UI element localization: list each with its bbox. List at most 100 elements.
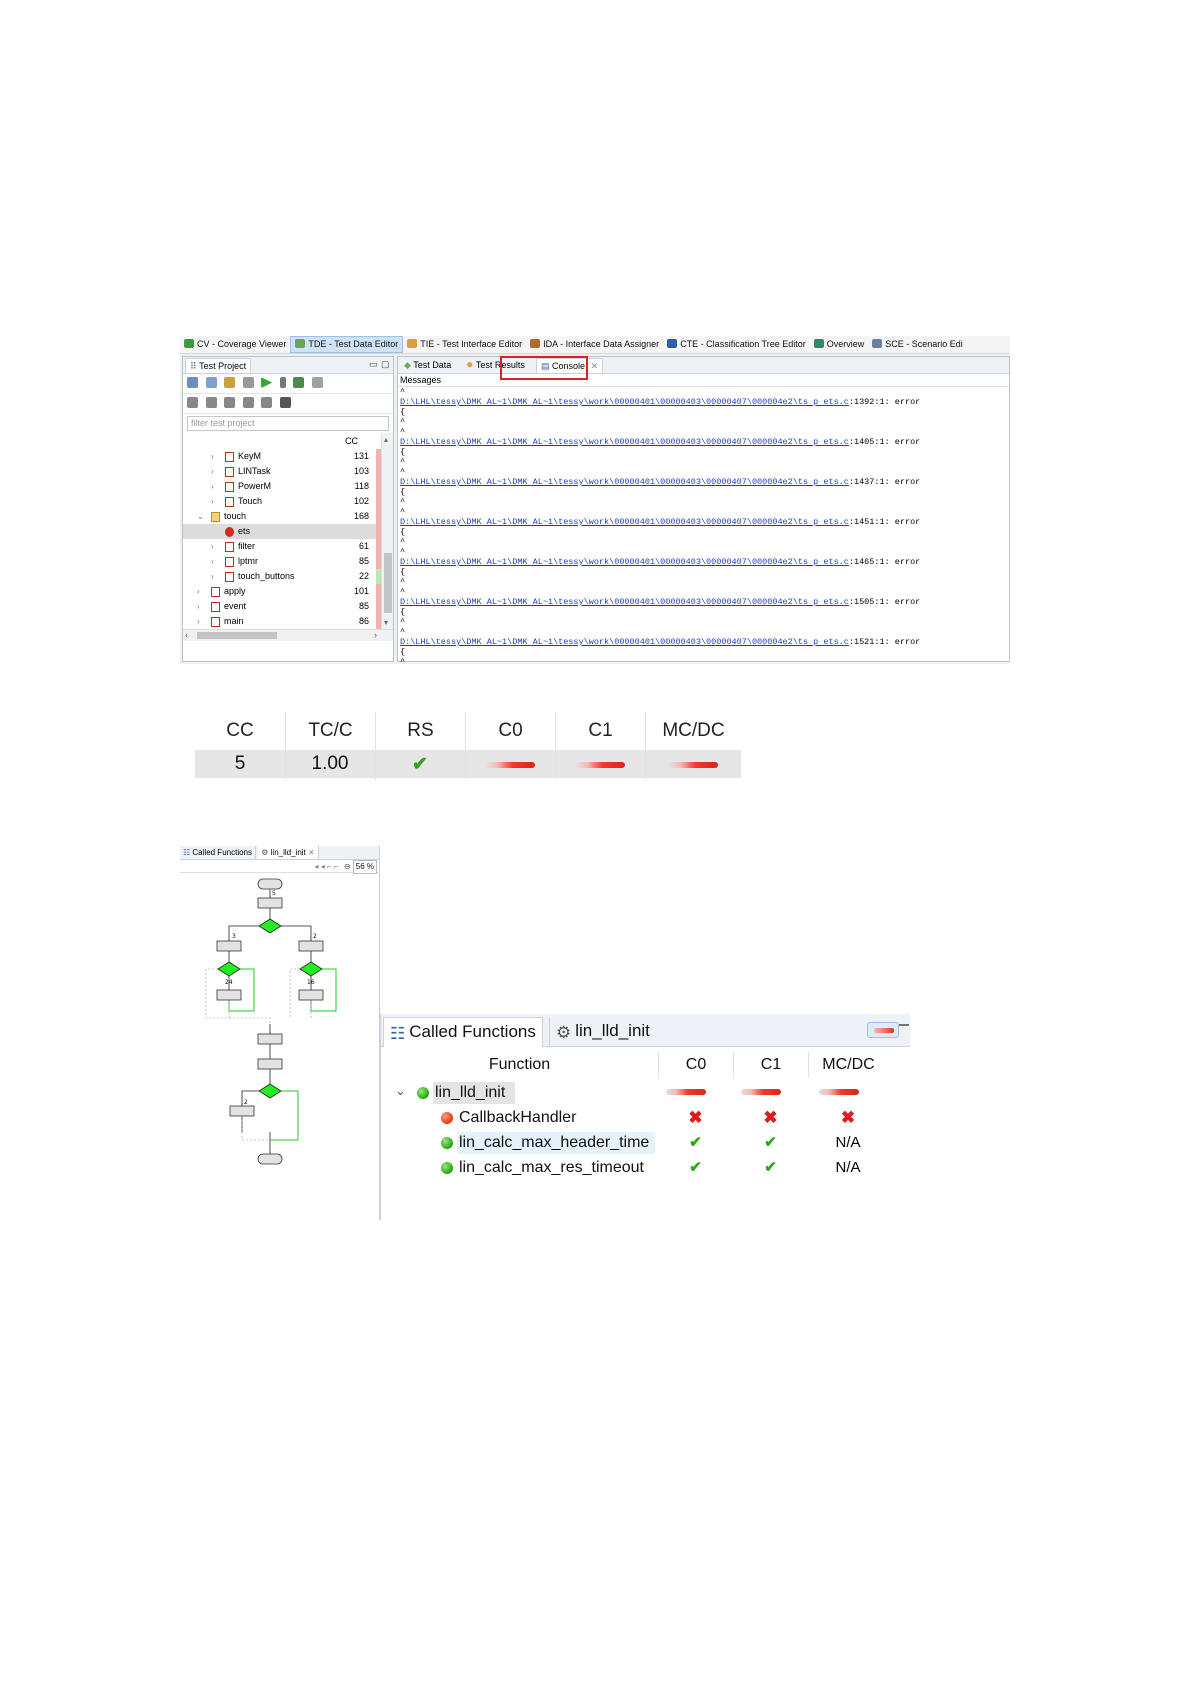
tree-item[interactable]: ets <box>183 524 393 539</box>
tab-test-data[interactable]: ◆ Test Data <box>400 358 455 373</box>
tab-flow-graph[interactable]: ⚙ lin_lld_init ✕ <box>258 846 319 859</box>
perspective-item[interactable]: SCE - Scenario Edi <box>868 336 967 353</box>
tab-called-functions-small[interactable]: ☷ Called Functions <box>180 846 256 859</box>
status-green-icon <box>417 1087 429 1099</box>
chevron-right-icon[interactable]: › <box>211 479 214 494</box>
error-file-link[interactable]: D:\LHL\tessy\DMK AL~1\DMK AL~1\tessy\wor… <box>400 597 849 607</box>
c1-header: C1 <box>588 720 613 741</box>
new-testobject-icon[interactable] <box>205 377 217 389</box>
tab-lin-lld-init[interactable]: ⚙ lin_lld_init <box>549 1017 656 1047</box>
run-icon[interactable] <box>261 377 273 389</box>
chevron-right-icon[interactable]: › <box>211 449 214 464</box>
scroll-down-icon[interactable]: ▾ <box>384 618 388 627</box>
edge-label-right: 2 <box>313 933 317 940</box>
filter-test-project-input[interactable]: filter test project <box>187 416 389 431</box>
chevron-down-icon[interactable]: ⌄ <box>395 1083 406 1099</box>
mcdc-column-header[interactable]: MC/DC <box>808 1052 888 1078</box>
close-icon[interactable]: ✕ <box>308 848 315 857</box>
zoom-level[interactable]: 56 % <box>352 860 377 874</box>
chevron-right-icon[interactable]: › <box>211 539 214 554</box>
coverage-toggle-button[interactable] <box>867 1022 899 1038</box>
file-icon <box>225 572 234 582</box>
vertical-scrollbar[interactable]: ▴ ▾ <box>381 433 393 641</box>
error-file-link[interactable]: D:\LHL\tessy\DMK AL~1\DMK AL~1\tessy\wor… <box>400 517 849 527</box>
perspective-item[interactable]: CV - Coverage Viewer <box>180 336 290 353</box>
tree-item[interactable]: › apply 101 <box>183 584 393 599</box>
cc-header: CC <box>226 720 254 741</box>
maximize-icon[interactable]: ▢ <box>381 359 390 370</box>
messages-header: Messages <box>398 374 1009 387</box>
tree-item[interactable]: › filter 61 <box>183 539 393 554</box>
called-function-row[interactable]: lin_calc_max_header_time ✔ ✔ N/A <box>381 1130 910 1155</box>
tree-item[interactable]: › touch_buttons 22 <box>183 569 393 584</box>
error-file-link[interactable]: D:\LHL\tessy\DMK AL~1\DMK AL~1\tessy\wor… <box>400 437 849 447</box>
scroll-left-icon[interactable]: ‹ <box>185 630 188 640</box>
tool-icon[interactable] <box>279 397 291 409</box>
horizontal-scrollbar[interactable]: ‹ › <box>183 629 393 641</box>
called-function-row[interactable]: CallbackHandler ✖ ✖ ✖ <box>381 1105 910 1130</box>
c1-column-header[interactable]: C1 <box>733 1052 808 1078</box>
chevron-right-icon[interactable]: › <box>211 494 214 509</box>
chevron-right-icon[interactable]: › <box>211 554 214 569</box>
new-module-icon[interactable] <box>187 377 198 389</box>
dropdown-icon[interactable] <box>279 377 286 389</box>
tab-called-functions[interactable]: ☷ Called Functions <box>383 1017 543 1047</box>
tab-test-project[interactable]: ⠿ Test Project <box>185 358 252 373</box>
navigation-arrows-icon[interactable]: ◂ ◂ ⌐ ⌐ <box>315 862 339 871</box>
tree-item[interactable]: › LINTask 103 <box>183 464 393 479</box>
tree-item[interactable]: › KeyM 131 <box>183 449 393 464</box>
minimize-icon[interactable] <box>899 1024 909 1026</box>
function-name: lin_calc_max_header_time <box>457 1132 655 1154</box>
console-caret: ^ <box>400 457 406 467</box>
tree-item[interactable]: › lptmr 85 <box>183 554 393 569</box>
tree-item[interactable]: › main 86 <box>183 614 393 629</box>
chevron-down-icon[interactable]: ⌄ <box>197 509 204 524</box>
function-column-header[interactable]: Function <box>381 1052 658 1078</box>
tree-item[interactable]: › PowerM 118 <box>183 479 393 494</box>
tree-item[interactable]: ⌄ touch 168 <box>183 509 393 524</box>
called-function-root-row[interactable]: ⌄ lin_lld_init <box>381 1080 910 1105</box>
chevron-right-icon[interactable]: › <box>197 599 200 614</box>
analyze-icon[interactable] <box>224 377 236 389</box>
minimize-icon[interactable]: ▭ <box>369 359 378 370</box>
tree-item[interactable]: › Touch 102 <box>183 494 393 509</box>
root-c0-bar <box>666 1089 706 1095</box>
chevron-right-icon[interactable]: › <box>211 569 214 584</box>
error-file-link[interactable]: D:\LHL\tessy\DMK AL~1\DMK AL~1\tessy\wor… <box>400 637 849 647</box>
close-icon[interactable]: ✕ <box>591 361 599 371</box>
error-file-link[interactable]: D:\LHL\tessy\DMK AL~1\DMK AL~1\tessy\wor… <box>400 477 849 487</box>
link-icon[interactable] <box>242 397 254 409</box>
c0-column-header[interactable]: C0 <box>658 1052 733 1078</box>
perspective-item[interactable]: TIE - Test Interface Editor <box>403 336 526 353</box>
export-icon[interactable] <box>261 397 273 409</box>
filter-icon[interactable] <box>224 397 236 409</box>
perspective-item[interactable]: CTE - Classification Tree Editor <box>663 336 810 353</box>
chevron-right-icon[interactable]: › <box>211 464 214 479</box>
test-project-tabbar: ⠿ Test Project ▭ ▢ <box>183 357 393 374</box>
called-function-row[interactable]: lin_calc_max_res_timeout ✔ ✔ N/A <box>381 1155 910 1180</box>
tools-icon[interactable] <box>311 377 323 389</box>
collapse-icon[interactable] <box>187 397 198 409</box>
scroll-up-icon[interactable]: ▴ <box>384 435 388 444</box>
tab-flow-graph-label: lin_lld_init <box>270 848 306 857</box>
perspective-item[interactable]: Overview <box>810 336 869 353</box>
perspective-item[interactable]: IDA - Interface Data Assigner <box>526 336 663 353</box>
coverage-bar-icon <box>874 1028 894 1033</box>
tab-called-functions-label: Called Functions <box>409 1022 536 1041</box>
scroll-right-icon[interactable]: › <box>374 630 377 640</box>
tree-item[interactable]: › event 85 <box>183 599 393 614</box>
expand-icon[interactable] <box>205 397 217 409</box>
chevron-right-icon[interactable]: › <box>197 584 200 599</box>
chevron-right-icon[interactable]: › <box>197 614 200 629</box>
console-brace: { <box>400 607 406 617</box>
zoom-out-icon[interactable]: ⊖ <box>344 862 351 871</box>
horizontal-scroll-thumb[interactable] <box>197 632 277 639</box>
refresh-icon[interactable] <box>242 377 254 389</box>
c1-check-icon: ✔ <box>764 1159 777 1176</box>
perspective-item[interactable]: TDE - Test Data Editor <box>290 336 404 353</box>
settings-icon[interactable] <box>293 377 305 389</box>
error-file-link[interactable]: D:\LHL\tessy\DMK AL~1\DMK AL~1\tessy\wor… <box>400 397 849 407</box>
vertical-scroll-thumb[interactable] <box>384 553 392 613</box>
error-file-link[interactable]: D:\LHL\tessy\DMK AL~1\DMK AL~1\tessy\wor… <box>400 557 849 567</box>
perspective-icon <box>407 339 418 348</box>
